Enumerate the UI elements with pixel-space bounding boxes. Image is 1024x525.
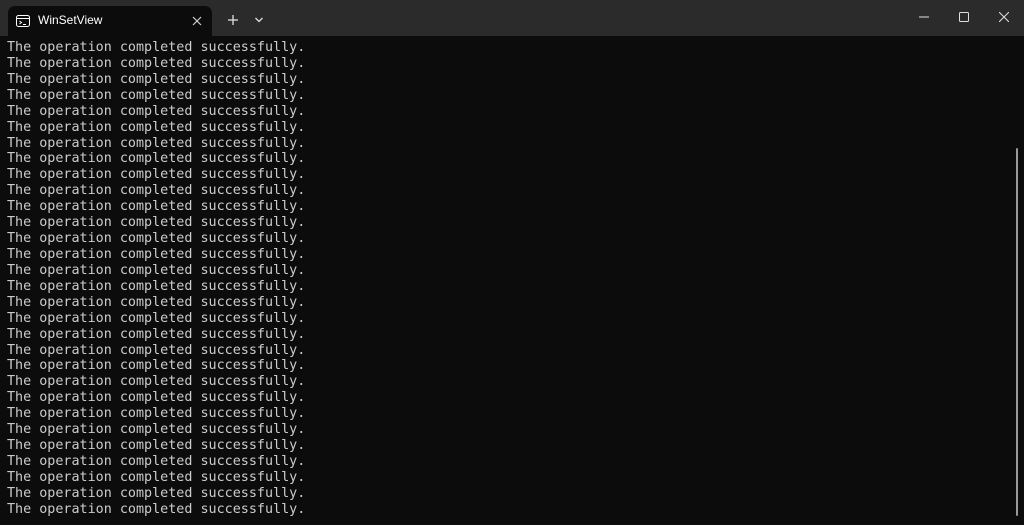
console-line: The operation completed successfully. [7,151,306,167]
chevron-down-icon[interactable] [249,8,269,32]
close-window-button[interactable] [981,0,1024,34]
console-line: The operation completed successfully. [7,438,306,454]
console-line: The operation completed successfully. [7,485,306,501]
console-line: The operation completed successfully. [7,374,306,390]
console-line: The operation completed successfully. [7,40,306,55]
console-line: The operation completed successfully. [7,71,306,87]
console-line: The operation completed successfully. [7,310,306,326]
console-line: The operation completed successfully. [7,199,306,215]
console-line: The operation completed successfully. [7,262,306,278]
terminal-window: WinSetView The operation completed succe… [0,0,1024,525]
console-output[interactable]: The operation completed successfully. The… [7,40,997,520]
console-line: The operation completed successfully. [7,453,306,469]
tab-winsetview[interactable]: WinSetView [8,6,212,36]
tab-title: WinSetView [38,13,103,27]
console-line: The operation completed successfully. [7,358,306,374]
console-line: The operation completed successfully. [7,342,306,358]
console-line: The operation completed successfully. [7,246,306,262]
close-icon [999,12,1009,22]
console-line: The operation completed successfully. [7,422,306,438]
console-line: The operation completed successfully. [7,501,306,517]
console-line: The operation completed successfully. [7,167,306,183]
console-line: The operation completed successfully. [7,55,306,71]
console-line: The operation completed successfully. [7,183,306,199]
console-line: The operation completed successfully. [7,119,306,135]
close-tab-icon[interactable] [190,14,204,28]
title-bar[interactable]: WinSetView [0,0,1024,36]
console-line: The operation completed successfully. [7,135,306,151]
minimize-icon [919,16,929,18]
console-line: The operation completed successfully. [7,278,306,294]
vertical-scrollbar[interactable] [1016,148,1018,516]
console-line: The operation completed successfully. [7,469,306,485]
console-line: The operation completed successfully. [7,231,306,247]
console-line: The operation completed successfully. [7,87,306,103]
terminal-icon [16,14,30,28]
console-line: The operation completed successfully. [7,326,306,342]
console-line: The operation completed successfully. [7,294,306,310]
maximize-icon [959,12,969,22]
console-line: The operation completed successfully. [7,390,306,406]
console-line: The operation completed successfully. [7,406,306,422]
console-line: The operation completed successfully. [7,103,306,119]
plus-icon[interactable] [221,8,245,32]
console-line: The operation completed successfully. [7,215,306,231]
